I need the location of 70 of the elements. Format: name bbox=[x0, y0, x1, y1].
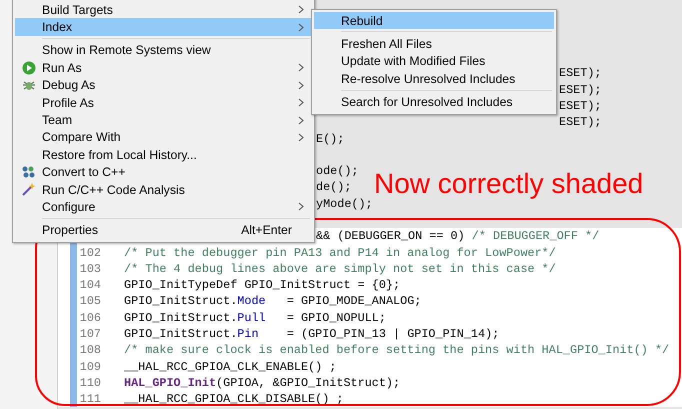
code-line: __HAL_RCC_GPIOA_CLK_DISABLE() ; bbox=[124, 391, 344, 408]
menu-item-label: Debug As bbox=[42, 78, 96, 92]
menu-item-label: Restore from Local History... bbox=[42, 148, 198, 162]
menu-item[interactable]: Restore from Local History... bbox=[15, 146, 312, 164]
code-line: HAL_GPIO_Init(GPIOA, &GPIO_InitStruct); bbox=[124, 374, 400, 391]
menu-item[interactable]: Re-resolve Unresolved Includes bbox=[314, 70, 554, 88]
menu-item-label: Run C/C++ Code Analysis bbox=[42, 182, 186, 197]
code-line: ESET); bbox=[559, 114, 602, 130]
magic-wand-icon bbox=[21, 182, 36, 198]
menu-item[interactable]: Run C/C++ Code Analysis bbox=[15, 180, 312, 198]
menu-item[interactable]: Convert to C++ bbox=[15, 164, 312, 181]
menu-item[interactable]: Debug As bbox=[15, 76, 312, 94]
menu-item-label: Compare With bbox=[42, 130, 122, 144]
line-number: 103 bbox=[80, 260, 101, 277]
menu-item-label: Index bbox=[42, 20, 74, 34]
menu-item[interactable]: Freshen All Files bbox=[314, 35, 554, 53]
play-icon bbox=[22, 60, 36, 75]
code-line: ESET); bbox=[559, 82, 602, 98]
code-line: ESET); bbox=[559, 65, 602, 82]
code-line: GPIO_InitStruct.Mode = GPIO_MODE_ANALOG; bbox=[124, 293, 422, 310]
menu-item[interactable]: Configure bbox=[15, 198, 312, 216]
code-line: E(); bbox=[316, 130, 344, 147]
line-number: 107 bbox=[80, 326, 101, 342]
line-number: 108 bbox=[80, 342, 101, 358]
code-line: /* The 4 debug lines above are simply not set in this case */ bbox=[124, 260, 556, 277]
menu-item-label: Properties bbox=[42, 223, 100, 238]
menu-item-label: Configure bbox=[42, 200, 96, 214]
code-line: /* make sure clock is enabled before setting the pins with HAL_GPIO_Init() */ bbox=[124, 342, 670, 358]
menu-item[interactable]: Run As bbox=[15, 59, 312, 77]
line-number: 111 bbox=[80, 391, 101, 408]
menu-item-label: Search for Unresolved Includes bbox=[341, 95, 514, 110]
code-line: de(); bbox=[316, 179, 352, 196]
menu-item-label: Re-resolve Unresolved Includes bbox=[341, 72, 516, 86]
menu-item-label: Profile As bbox=[42, 96, 95, 110]
code-line: ode(); bbox=[316, 163, 358, 180]
menu-item[interactable]: Profile As bbox=[15, 94, 312, 112]
menu-item[interactable]: Build Targets bbox=[15, 1, 312, 18]
menu-item-label: Rebuild bbox=[341, 14, 384, 28]
menu-item[interactable]: Properties Alt+Enter bbox=[15, 222, 312, 240]
convert-icon bbox=[21, 165, 36, 180]
annotation-text: Now correctly shaded bbox=[374, 168, 644, 200]
code-line: GPIO_InitStruct.Pull = GPIO_NOPULL; bbox=[124, 310, 386, 326]
menu-item[interactable]: Index bbox=[15, 18, 312, 36]
menu-item-label: Build Targets bbox=[42, 2, 114, 17]
menu-item[interactable]: Show in Remote Systems view bbox=[15, 42, 312, 60]
code-line: GPIO_InitTypeDef GPIO_InitStruct = {0}; bbox=[124, 277, 400, 294]
code-line: GPIO_InitStruct.Pin = (GPIO_PIN_13 | GPIO_PIN_14); bbox=[124, 326, 500, 342]
line-number: 104 bbox=[80, 277, 101, 294]
code-line: ESET); bbox=[559, 98, 602, 114]
line-number: 109 bbox=[80, 358, 101, 375]
code-line: /* Put the debugger pin PA13 and P14 in analog for LowPower*/ bbox=[124, 244, 556, 261]
menu-item[interactable]: Update with Modified Files bbox=[314, 52, 554, 70]
code-line: && (DEBUGGER_ON == 0) /* DEBUGGER_OFF */ bbox=[316, 228, 600, 244]
line-number: 106 bbox=[80, 310, 101, 326]
menu-item[interactable]: Team bbox=[15, 111, 312, 129]
line-number: 102 bbox=[80, 244, 101, 261]
shortcut-label: Alt+Enter bbox=[241, 223, 292, 238]
code-line: yMode(); bbox=[316, 196, 373, 212]
menu-item-label: Run As bbox=[42, 60, 83, 75]
menu-item[interactable]: Compare With bbox=[15, 128, 312, 146]
menu-item-label: Convert to C++ bbox=[42, 165, 126, 180]
menu-item[interactable]: Search for Unresolved Includes bbox=[314, 94, 554, 111]
menu-item-label: Update with Modified Files bbox=[341, 54, 486, 68]
code-line: __HAL_RCC_GPIOA_CLK_ENABLE() ; bbox=[124, 358, 336, 375]
menu-item-label: Show in Remote Systems view bbox=[42, 43, 212, 58]
line-number: 105 bbox=[80, 293, 101, 310]
line-number: 110 bbox=[80, 374, 101, 391]
menu-item-label: Team bbox=[42, 113, 74, 128]
menu-item[interactable]: Rebuild bbox=[314, 12, 554, 30]
menu-item-label: Freshen All Files bbox=[341, 37, 433, 52]
